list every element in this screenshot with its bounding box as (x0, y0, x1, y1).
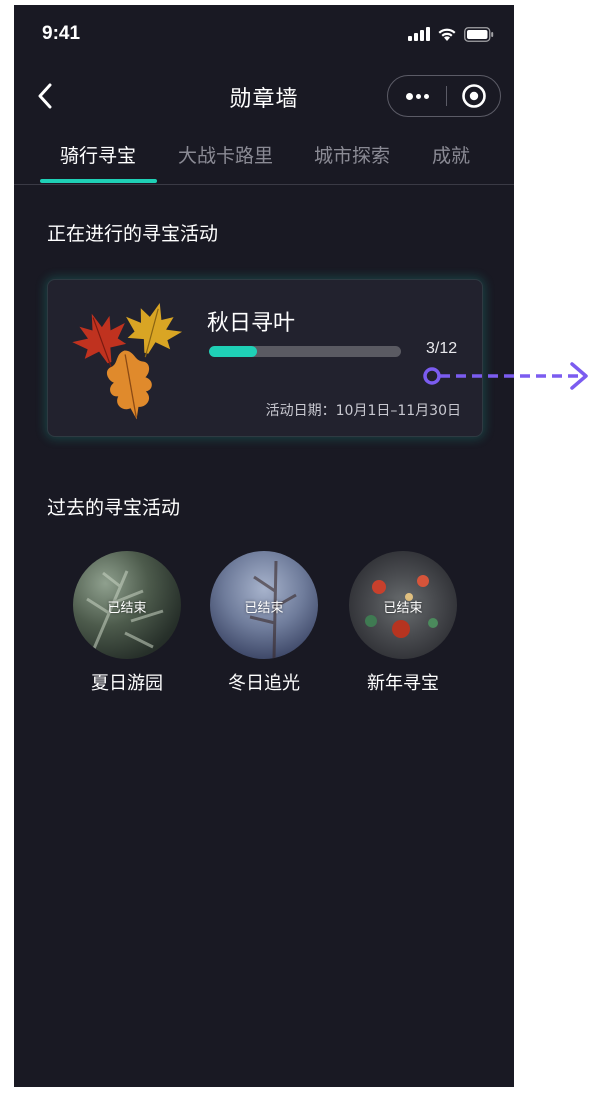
activity-date: 活动日期：10月1日–11月30日 (265, 403, 461, 419)
wifi-icon (438, 28, 456, 41)
nav-bar: 勋章墙 (14, 63, 514, 129)
past-activity-label: 新年寻宝 (367, 673, 439, 694)
past-activities-title: 过去的寻宝活动 (47, 497, 181, 519)
signal-icon (408, 27, 430, 41)
activity-progress-bar (209, 346, 401, 357)
annotation-arrow-icon (423, 362, 588, 390)
past-activity-item[interactable]: 已结束 夏日游园 (73, 551, 181, 695)
past-activity-thumbnail: 已结束 (73, 551, 181, 659)
past-activity-label: 冬日追光 (228, 673, 300, 694)
autumn-leaves-image (72, 303, 183, 420)
activity-progress-fill (209, 346, 257, 357)
past-activity-thumbnail: 已结束 (210, 551, 318, 659)
more-button[interactable] (388, 76, 446, 116)
active-activity-card[interactable]: 秋日寻叶 3/12 活动日期：10月1日–11月30日 (47, 279, 483, 437)
past-activity-item[interactable]: 已结束 新年寻宝 (349, 551, 457, 695)
past-activity-item[interactable]: 已结束 冬日追光 (210, 551, 318, 695)
past-activity-thumbnail: 已结束 (349, 551, 457, 659)
ended-badge: 已结束 (244, 601, 284, 616)
tab-achievements[interactable]: 成就 (432, 141, 470, 168)
status-time: 9:41 (42, 23, 81, 44)
phone-screen: 9:41 勋章墙 骑行寻宝 大战卡路里 城市探索 成就 正在进行的寻宝活动 秋日… (14, 5, 514, 1087)
status-icons (408, 26, 494, 42)
tab-city-explore[interactable]: 城市探索 (314, 141, 390, 168)
more-dot-icon (405, 92, 413, 100)
more-dot-icon (423, 93, 429, 99)
mini-program-capsule (387, 75, 501, 117)
tab-treasure-ride[interactable]: 骑行寻宝 (60, 141, 136, 168)
tab-bar: 骑行寻宝 大战卡路里 城市探索 成就 (14, 129, 514, 185)
current-activities-title: 正在进行的寻宝活动 (47, 223, 219, 245)
more-dot-icon (415, 93, 421, 99)
tab-calorie-battle[interactable]: 大战卡路里 (178, 141, 273, 168)
ended-badge: 已结束 (107, 601, 147, 616)
active-tab-indicator (40, 179, 157, 183)
status-bar: 9:41 (14, 5, 514, 63)
past-activity-label: 夏日游园 (91, 673, 163, 694)
ended-badge: 已结束 (383, 601, 423, 616)
target-circle-icon (461, 84, 486, 108)
battery-icon (464, 26, 494, 42)
close-mini-program-button[interactable] (447, 76, 500, 116)
activity-progress-text: 3/12 (426, 340, 458, 357)
activity-title: 秋日寻叶 (207, 311, 296, 336)
